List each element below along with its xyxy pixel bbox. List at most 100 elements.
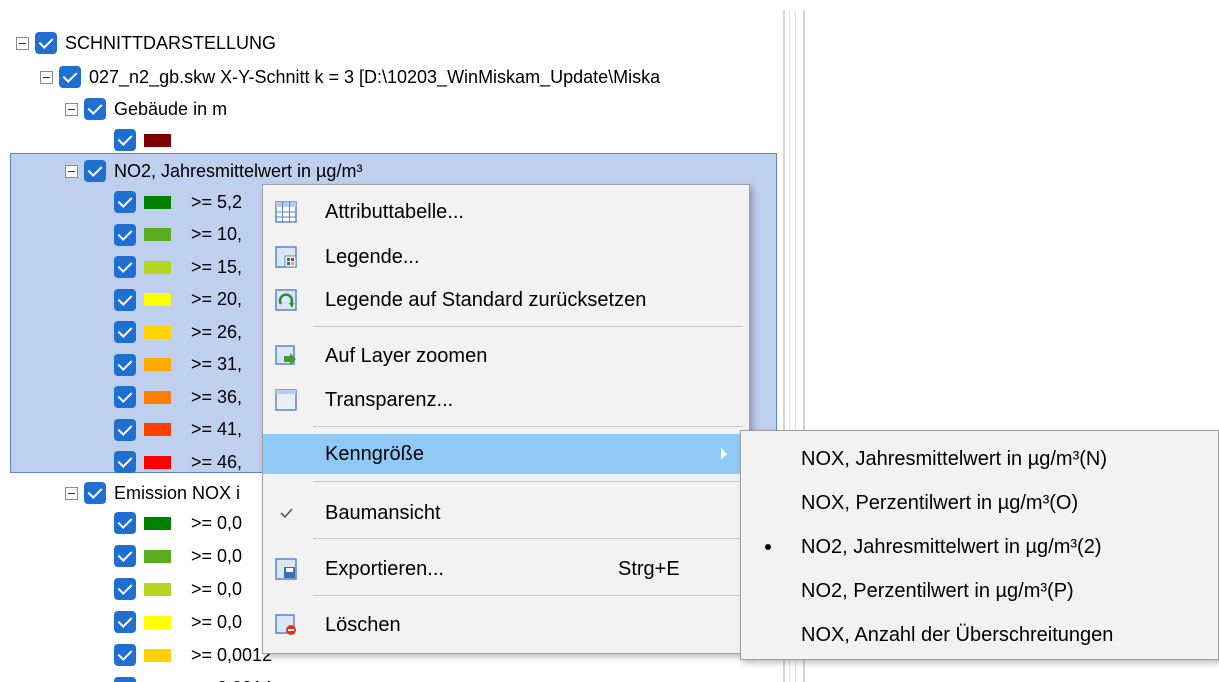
- color-swatch: [144, 325, 171, 339]
- menu-item-delete[interactable]: Löschen: [263, 605, 749, 645]
- checkbox-checked-icon[interactable]: [114, 418, 136, 441]
- submenu-item-label: NOX, Perzentilwert in µg/m³(O): [801, 491, 1079, 514]
- menu-separator: [313, 538, 743, 539]
- color-swatch: [144, 648, 171, 662]
- submenu-item-label: NOX, Anzahl der Überschreitungen: [801, 623, 1114, 646]
- zoom-to-layer-icon: [275, 345, 296, 365]
- checkbox-checked-icon[interactable]: [35, 32, 57, 54]
- legend-class-label: >= 0,0014: [191, 678, 272, 682]
- legend-class-label: >= 46,: [191, 451, 243, 472]
- checkbox-checked-icon[interactable]: [84, 160, 106, 182]
- checkbox-checked-icon[interactable]: [114, 288, 136, 311]
- color-swatch: [144, 260, 171, 274]
- legend-class-row[interactable]: >= 41,: [114, 415, 242, 445]
- tree-node-buildings[interactable]: Gebäude in m: [65, 94, 227, 124]
- menu-separator: [313, 481, 743, 482]
- tree-node-file-label: 027_n2_gb.skw X-Y-Schnitt k = 3 [D:\1020…: [89, 66, 661, 87]
- checkbox-checked-icon[interactable]: [114, 451, 136, 473]
- legend-class-row[interactable]: >= 46,: [114, 447, 242, 477]
- menu-separator: [313, 326, 743, 327]
- submenu-item-nox-exceedances[interactable]: NOX, Anzahl der Überschreitungen: [741, 613, 1218, 657]
- submenu-item-label: NOX, Jahresmittelwert in µg/m³(N): [801, 447, 1108, 470]
- legend-class-label: >= 0,0: [191, 611, 243, 632]
- checkmark-icon: [280, 508, 293, 519]
- checkbox-checked-icon[interactable]: [114, 353, 136, 376]
- context-menu: Attributtabelle... Legende... Legende au…: [262, 184, 750, 654]
- color-swatch: [144, 455, 171, 469]
- collapse-icon[interactable]: [65, 486, 78, 500]
- menu-item-zoom-layer[interactable]: Auf Layer zoomen: [263, 336, 749, 376]
- checkbox-checked-icon[interactable]: [114, 545, 136, 567]
- menu-item-label: Attributtabelle...: [325, 200, 464, 223]
- checkbox-checked-icon[interactable]: [84, 482, 106, 504]
- legend-class-row[interactable]: >= 0,0014: [114, 673, 272, 682]
- legend-class-row[interactable]: >= 0,0: [114, 508, 242, 538]
- submenu-item-nox-annual[interactable]: NOX, Jahresmittelwert in µg/m³(N): [741, 437, 1218, 481]
- legend-class-label: >= 41,: [191, 419, 243, 439]
- menu-item-legend[interactable]: Legende...: [263, 237, 749, 277]
- collapse-icon[interactable]: [65, 102, 78, 116]
- legend-class-row[interactable]: >= 36,: [114, 382, 242, 412]
- menu-item-parameter[interactable]: Kenngröße: [263, 434, 749, 474]
- checkbox-checked-icon[interactable]: [114, 512, 136, 534]
- color-swatch: [144, 228, 171, 241]
- submenu-item-no2-annual[interactable]: NO2, Jahresmittelwert in µg/m³(2): [741, 525, 1218, 569]
- tree-node-emission[interactable]: Emission NOX i: [65, 478, 240, 508]
- checkbox-checked-icon[interactable]: [114, 578, 136, 600]
- submenu-item-no2-percentile[interactable]: NO2, Perzentilwert in µg/m³(P): [741, 569, 1218, 613]
- legend-class-row[interactable]: >= 15,: [114, 252, 242, 282]
- checkbox-checked-icon[interactable]: [114, 611, 136, 633]
- legend-class-row[interactable]: >= 26,: [114, 317, 242, 347]
- legend-class-label: >= 0,0: [191, 545, 243, 566]
- color-swatch: [144, 390, 171, 404]
- legend-class-row[interactable]: >= 0,0: [114, 541, 242, 571]
- checkbox-checked-icon[interactable]: [114, 321, 136, 343]
- tree-node-file[interactable]: 027_n2_gb.skw X-Y-Schnitt k = 3 [D:\1020…: [40, 62, 660, 92]
- checkbox-checked-icon[interactable]: [59, 66, 81, 88]
- menu-item-reset-legend[interactable]: Legende auf Standard zurücksetzen: [263, 280, 749, 320]
- legend-class-row[interactable]: >= 10,: [114, 220, 242, 250]
- menu-item-tree-view[interactable]: Baumansicht: [263, 493, 749, 533]
- tree-node-buildings-label: Gebäude in m: [114, 98, 228, 119]
- legend-class-label: >= 5,2: [191, 191, 243, 212]
- selected-bullet-icon: [765, 544, 771, 550]
- legend-class-row[interactable]: >= 5,2: [114, 187, 242, 217]
- tree-node-root[interactable]: SCHNITTDARSTELLUNG: [16, 28, 276, 58]
- collapse-icon[interactable]: [65, 164, 78, 178]
- checkbox-checked-icon[interactable]: [84, 98, 106, 120]
- tree-node-emission-label: Emission NOX i: [114, 482, 241, 503]
- menu-item-label: Exportieren...: [325, 557, 444, 580]
- menu-item-attribute-table[interactable]: Attributtabelle...: [263, 192, 749, 232]
- legend-class-label: >= 10,: [191, 224, 243, 244]
- checkbox-checked-icon[interactable]: [114, 129, 136, 151]
- legend-class-row[interactable]: >= 31,: [114, 350, 242, 380]
- checkbox-checked-icon[interactable]: [114, 386, 136, 408]
- color-swatch: [144, 423, 171, 436]
- checkbox-checked-icon[interactable]: [114, 191, 136, 213]
- submenu-item-nox-percentile[interactable]: NOX, Perzentilwert in µg/m³(O): [741, 481, 1218, 525]
- color-swatch: [144, 133, 171, 147]
- checkbox-checked-icon[interactable]: [114, 256, 136, 278]
- checkbox-checked-icon[interactable]: [114, 644, 136, 666]
- legend-class-row[interactable]: >= 0,0012: [114, 640, 272, 670]
- legend-class-row[interactable]: >= 0,0: [114, 574, 242, 604]
- checkbox-checked-icon[interactable]: [114, 677, 136, 682]
- checkbox-checked-icon[interactable]: [114, 223, 136, 246]
- legend-icon: [275, 246, 297, 268]
- menu-item-label: Transparenz...: [325, 388, 454, 411]
- legend-class-label: >= 20,: [191, 289, 243, 309]
- menu-item-label: Auf Layer zoomen: [325, 344, 488, 367]
- menu-separator: [313, 595, 743, 596]
- legend-class-row[interactable]: >= 0,0: [114, 607, 242, 637]
- menu-item-export[interactable]: Exportieren... Strg+E: [263, 549, 749, 589]
- color-swatch: [144, 516, 171, 530]
- parameter-submenu: NOX, Jahresmittelwert in µg/m³(N) NOX, P…: [740, 430, 1219, 660]
- collapse-icon[interactable]: [40, 70, 53, 84]
- legend-class-label: >= 31,: [191, 354, 243, 374]
- menu-item-transparency[interactable]: Transparenz...: [263, 380, 749, 420]
- legend-class-row[interactable]: >= 20,: [114, 285, 242, 315]
- tree-node-building-class[interactable]: [114, 125, 191, 155]
- collapse-icon[interactable]: [16, 36, 29, 50]
- tree-node-no2[interactable]: NO2, Jahresmittelwert in µg/m³: [65, 156, 362, 186]
- menu-item-label: Kenngröße: [325, 442, 424, 465]
